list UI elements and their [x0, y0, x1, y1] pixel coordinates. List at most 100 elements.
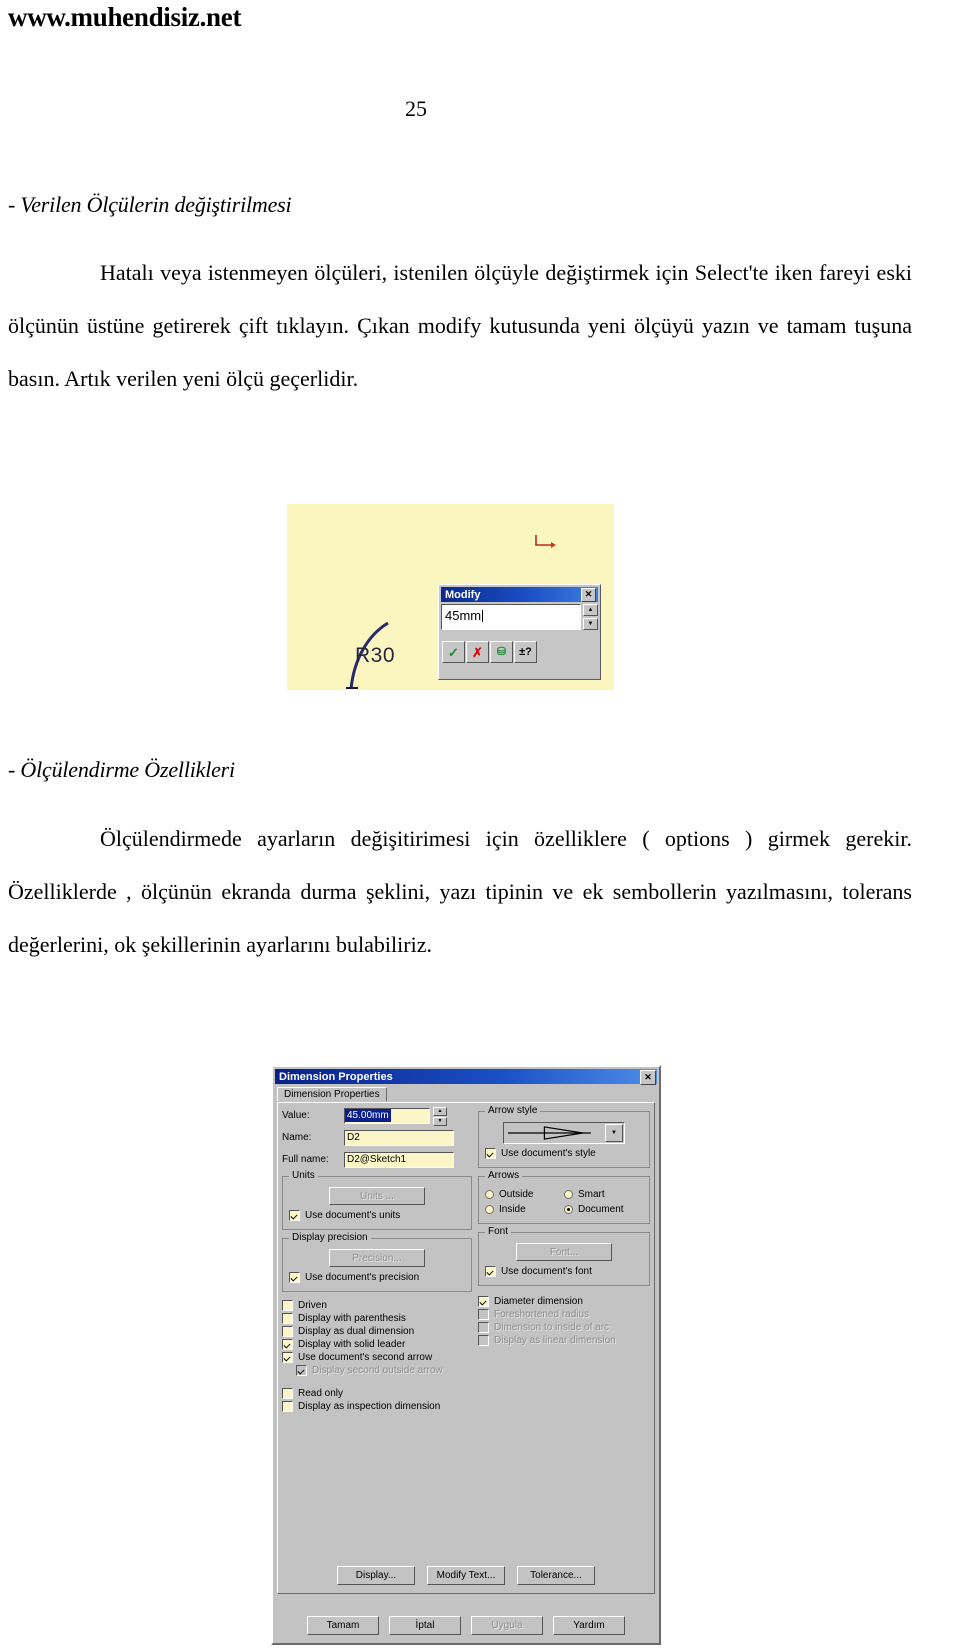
- modify-text-button[interactable]: Modify Text...: [427, 1566, 505, 1585]
- right-column: Arrow style ▼ Use document's style Arrow…: [478, 1105, 650, 1414]
- modify-dialog-spacer: [441, 631, 598, 639]
- ok-button[interactable]: Tamam: [307, 1616, 379, 1635]
- chevron-down-icon[interactable]: ▼: [605, 1124, 623, 1142]
- display-with-solid-leader-checkbox[interactable]: Display with solid leader: [282, 1339, 472, 1350]
- read-only-checkbox[interactable]: Read only: [282, 1388, 472, 1399]
- use-documents-style-label: Use document's style: [501, 1148, 596, 1159]
- checkbox-icon: [478, 1322, 489, 1333]
- diameter-dimension-checkbox[interactable]: Diameter dimension: [478, 1296, 650, 1307]
- fullname-field-row: Full name: D2@Sketch1: [282, 1151, 472, 1168]
- rebuild-icon[interactable]: ⛁: [490, 641, 513, 663]
- dimension-properties-titlebar: Dimension Properties ✕: [275, 1069, 657, 1085]
- radio-icon: [485, 1190, 494, 1199]
- close-icon[interactable]: ✕: [581, 588, 596, 602]
- checkbox-icon: [478, 1296, 489, 1307]
- check-icon[interactable]: ✓: [442, 641, 465, 663]
- use-documents-style-checkbox[interactable]: Use document's style: [485, 1148, 643, 1159]
- font-group-legend: Font: [485, 1226, 512, 1237]
- stepper-down-icon[interactable]: ▼: [433, 1117, 447, 1126]
- use-documents-font-checkbox[interactable]: Use document's font: [485, 1266, 643, 1277]
- radio-icon: [564, 1205, 573, 1214]
- arrows-document-radio[interactable]: Document: [564, 1204, 643, 1215]
- arrow-style-dropdown[interactable]: ▼: [503, 1122, 625, 1144]
- tolerance-button[interactable]: Tolerance...: [517, 1566, 595, 1585]
- modify-dialog[interactable]: Modify ✕ 45mm ▲ ▼ ✓ ✗ ⛁ ±?: [438, 584, 601, 680]
- text-caret: [482, 610, 484, 622]
- value-field-row: Value: 45.00mm ▲ ▼: [282, 1107, 472, 1126]
- dialog-title: Dimension Properties: [279, 1070, 393, 1083]
- right-checkbox-list: Diameter dimension Foreshortened radius …: [478, 1296, 650, 1346]
- panel-columns: Value: 45.00mm ▲ ▼ Name: D2 Full name: D…: [282, 1105, 650, 1414]
- checkbox-icon: [282, 1313, 293, 1324]
- precision-button[interactable]: Precision...: [329, 1249, 425, 1267]
- display-as-dual-dimension-label: Display as dual dimension: [298, 1326, 415, 1337]
- section-heading-2: - Ölçülendirme Özellikleri: [8, 757, 235, 782]
- use-documents-precision-checkbox[interactable]: Use document's precision: [289, 1272, 465, 1283]
- use-documents-font-label: Use document's font: [501, 1266, 592, 1277]
- checkbox-icon: [282, 1300, 293, 1311]
- display-with-solid-leader-label: Display with solid leader: [298, 1339, 406, 1350]
- figure-modify-dialog: R30 Modify ✕ 45mm ▲ ▼ ✓ ✗ ⛁ ±?: [287, 504, 614, 690]
- arrows-smart-radio[interactable]: Smart: [564, 1189, 643, 1200]
- checkbox-icon: [485, 1148, 496, 1159]
- arrows-inside-radio[interactable]: Inside: [485, 1204, 564, 1215]
- arrows-document-label: Document: [578, 1204, 624, 1215]
- paragraph-1: Hatalı veya istenmeyen ölçüleri, istenil…: [8, 260, 912, 391]
- display-as-linear-dimension-checkbox: Display as linear dimension: [478, 1335, 650, 1346]
- display-precision-group-legend: Display precision: [289, 1232, 371, 1243]
- apply-button[interactable]: Uygula: [471, 1616, 543, 1635]
- units-group: Units Units ... Use document's units: [282, 1170, 472, 1230]
- driven-checkbox[interactable]: Driven: [282, 1300, 472, 1311]
- font-group: Font Font... Use document's font: [478, 1226, 650, 1286]
- tolerance-icon[interactable]: ±?: [514, 641, 537, 663]
- foreshortened-radius-checkbox: Foreshortened radius: [478, 1309, 650, 1320]
- display-as-dual-dimension-checkbox[interactable]: Display as dual dimension: [282, 1326, 472, 1337]
- stepper-up-icon[interactable]: ▲: [433, 1107, 447, 1116]
- units-button[interactable]: Units ...: [329, 1187, 425, 1205]
- checkbox-icon: [282, 1388, 293, 1399]
- display-with-parenthesis-checkbox[interactable]: Display with parenthesis: [282, 1313, 472, 1324]
- display-as-inspection-dimension-checkbox[interactable]: Display as inspection dimension: [282, 1401, 472, 1412]
- cancel-button[interactable]: İptal: [389, 1616, 461, 1635]
- use-documents-units-label: Use document's units: [305, 1210, 401, 1221]
- left-checkbox-list: Driven Display with parenthesis Display …: [282, 1300, 472, 1376]
- dialog-footer-buttons: Tamam İptal Uygula Yardım: [273, 1616, 659, 1635]
- display-as-inspection-dimension-label: Display as inspection dimension: [298, 1401, 441, 1412]
- value-input-text: 45.00mm: [345, 1109, 391, 1122]
- checkbox-icon: [282, 1339, 293, 1350]
- value-label: Value:: [282, 1110, 310, 1121]
- checkbox-icon: [485, 1266, 496, 1277]
- stepper-up-icon[interactable]: ▲: [583, 604, 598, 616]
- value-input[interactable]: 45.00mm: [344, 1107, 430, 1124]
- modify-dialog-toolbar: ✓ ✗ ⛁ ±?: [441, 641, 598, 663]
- arrows-smart-label: Smart: [578, 1189, 605, 1200]
- name-label: Name:: [282, 1132, 312, 1143]
- modify-value-input[interactable]: 45mm: [441, 604, 581, 630]
- dimension-to-inside-of-arc-label: Dimension to inside of arc: [494, 1322, 610, 1333]
- close-icon[interactable]: ✕: [640, 1070, 656, 1085]
- tab-dimension-properties[interactable]: Dimension Properties: [277, 1087, 387, 1101]
- page-number: 25: [405, 96, 427, 121]
- stepper-down-icon[interactable]: ▼: [583, 618, 598, 630]
- fullname-input: D2@Sketch1: [344, 1151, 454, 1168]
- help-button[interactable]: Yardım: [553, 1616, 625, 1635]
- paragraph-2: Ölçülendirmede ayarların değişitirimesi …: [8, 826, 912, 957]
- value-stepper[interactable]: ▲ ▼: [433, 1107, 447, 1126]
- arrows-outside-radio[interactable]: Outside: [485, 1189, 564, 1200]
- arrow-style-group: Arrow style ▼ Use document's style: [478, 1105, 650, 1168]
- font-button[interactable]: Font...: [516, 1243, 612, 1261]
- cross-icon[interactable]: ✗: [466, 641, 489, 663]
- display-button[interactable]: Display...: [337, 1566, 415, 1585]
- use-documents-second-arrow-checkbox[interactable]: Use document's second arrow: [282, 1352, 472, 1363]
- name-input[interactable]: D2: [344, 1129, 454, 1146]
- fullname-label: Full name:: [282, 1154, 329, 1165]
- use-documents-units-checkbox[interactable]: Use document's units: [289, 1210, 465, 1221]
- display-precision-group: Display precision Precision... Use docum…: [282, 1232, 472, 1292]
- modify-value-stepper[interactable]: ▲ ▼: [583, 604, 598, 630]
- checkbox-icon: [296, 1365, 307, 1376]
- name-field-row: Name: D2: [282, 1129, 472, 1146]
- dimension-properties-dialog[interactable]: Dimension Properties ✕ Dimension Propert…: [271, 1065, 661, 1645]
- arrows-group: Arrows Outside Smart Inside Document: [478, 1170, 650, 1224]
- arrow-glyph-icon: [508, 1126, 591, 1140]
- checkbox-icon: [289, 1272, 300, 1283]
